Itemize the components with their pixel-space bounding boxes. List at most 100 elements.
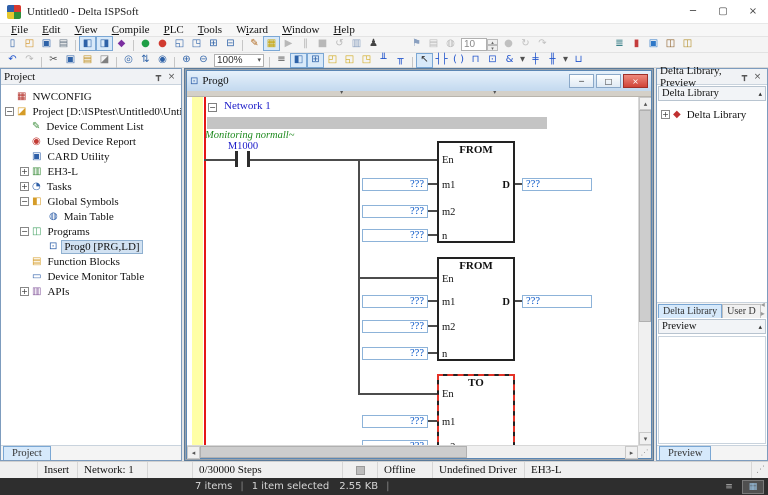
horizontal-scrollbar[interactable]: ◂ ▸ ⋰ — [187, 445, 651, 458]
monitor-table-icon[interactable]: ▤ — [425, 36, 442, 51]
tree-item-nwconfig[interactable]: ▦NWCONFIG — [1, 89, 181, 104]
expander-icon[interactable]: + — [661, 110, 670, 119]
symbol-table-toggle-icon[interactable]: ◧ — [290, 53, 307, 68]
stop-communication-icon[interactable]: ● — [154, 36, 171, 51]
operand-input[interactable]: ??? — [362, 205, 428, 218]
thumbnail-view-icon[interactable]: ▦ — [742, 480, 764, 494]
tree-item-programs[interactable]: −◫Programs — [1, 224, 181, 239]
replace-icon[interactable]: ⇅ — [137, 53, 154, 68]
menu-item-help[interactable]: Help — [326, 24, 361, 37]
operand-input[interactable]: ??? — [362, 229, 428, 242]
coil-tool-icon[interactable]: ( ) — [450, 53, 467, 68]
output-operand-input[interactable]: ??? — [522, 178, 592, 191]
library-manager-icon[interactable]: ≣ — [611, 36, 628, 51]
function-block-to[interactable]: TO En m1 m2 — [437, 374, 515, 445]
temperature-wizard-icon[interactable]: ▮ — [628, 36, 645, 51]
align-bottom-icon[interactable]: ╥ — [392, 53, 409, 68]
collapse-icon[interactable]: ▴ — [758, 90, 762, 98]
monitor-flag-icon[interactable]: ⚑ — [408, 36, 425, 51]
network-collapse-icon[interactable]: − — [208, 103, 217, 112]
function-block-from-1[interactable]: FROM En m1 m2 n D — [437, 141, 515, 243]
contact-symbol[interactable] — [235, 151, 238, 167]
vertical-line-tool-icon[interactable]: ╪ — [527, 53, 544, 68]
manual-icon[interactable]: ◆ — [113, 36, 130, 51]
menu-item-wizard[interactable]: Wizard — [229, 24, 275, 37]
list-view-icon[interactable]: ≡ — [718, 480, 740, 494]
pc-link-icon[interactable]: ⊞ — [205, 36, 222, 51]
zoom-level-dropdown[interactable]: 100% ▾ — [214, 54, 264, 67]
set-value-icon[interactable]: ◍ — [442, 36, 459, 51]
delete-line-tool-icon[interactable]: ⊔ — [570, 53, 587, 68]
vertical-scrollbar[interactable]: ▴ ▾ — [638, 97, 651, 445]
select-tool-icon[interactable]: ↖ — [416, 53, 433, 68]
monitor-mode-icon[interactable]: ▦ — [263, 36, 280, 51]
tree-item-device-monitor-table[interactable]: ▭Device Monitor Table — [1, 269, 181, 284]
device-monitor-icon[interactable]: ▥ — [348, 36, 365, 51]
tree-item-main-table[interactable]: ◍Main Table — [1, 209, 181, 224]
screen-monitor-icon[interactable]: ▣ — [645, 36, 662, 51]
close-icon[interactable]: × — [751, 72, 764, 82]
minimize-button[interactable]: ─ — [678, 1, 708, 23]
scroll-right-icon[interactable]: ▸ — [625, 446, 638, 459]
stop-plc-icon[interactable]: ■ — [314, 36, 331, 51]
find-icon[interactable]: ◎ — [120, 53, 137, 68]
resize-grip-icon[interactable]: ⋰ — [752, 465, 768, 475]
device-usage-icon[interactable]: ◫ — [679, 36, 696, 51]
paste-icon[interactable]: ▤ — [79, 53, 96, 68]
network-list-icon[interactable]: ≡ — [273, 53, 290, 68]
cross-reference-icon[interactable]: ◫ — [662, 36, 679, 51]
tree-item-device-comment-list[interactable]: ✎Device Comment List — [1, 119, 181, 134]
tab-scroll-arrows[interactable]: ◂ ▸ — [761, 300, 767, 318]
save-icon[interactable]: ▣ — [38, 36, 55, 51]
prog0-close-button[interactable]: × — [623, 74, 648, 88]
ladder-canvas[interactable]: − Network 1 Monitoring normall~ M1000 — [187, 97, 638, 445]
tree-item-global-symbols[interactable]: −◧Global Symbols — [1, 194, 181, 209]
prog0-title-bar[interactable]: ⊡ Prog0 ─ □ × — [187, 71, 651, 91]
cut-icon[interactable]: ✂ — [45, 53, 62, 68]
download-program-icon[interactable]: ◱ — [171, 36, 188, 51]
edit-mode-icon[interactable]: ✎ — [246, 36, 263, 51]
instruction-tool-icon[interactable]: ⊓ — [467, 53, 484, 68]
tree-item-apis[interactable]: +▥APIs — [1, 284, 181, 299]
expander-icon[interactable]: + — [20, 167, 29, 176]
tree-item-prog0[interactable]: ⊡Prog0 [PRG,LD] — [1, 239, 181, 254]
apply-monitor-icon[interactable]: ● — [500, 36, 517, 51]
contact-tool-icon[interactable]: ┤├ — [433, 53, 450, 68]
function-block-from-2[interactable]: FROM En m1 m2 n D — [437, 257, 515, 361]
tab-project[interactable]: Project — [3, 446, 51, 460]
add-network-below-icon[interactable]: ◱ — [341, 53, 358, 68]
split-handle-icon[interactable]: ▾ — [340, 89, 343, 96]
run-plc-icon[interactable]: ▶ — [280, 36, 297, 51]
expander-icon[interactable]: − — [5, 107, 14, 116]
new-file-icon[interactable]: ▯ — [4, 36, 21, 51]
close-button[interactable]: × — [738, 1, 768, 23]
output-operand-input[interactable]: ??? — [522, 295, 592, 308]
menu-item-edit[interactable]: Edit — [35, 24, 67, 37]
tree-item-function-blocks[interactable]: ▤Function Blocks — [1, 254, 181, 269]
tree-item-delta-library[interactable]: + ◆ Delta Library — [657, 107, 767, 122]
menu-item-tools[interactable]: Tools — [191, 24, 229, 37]
expander-icon[interactable]: − — [20, 227, 29, 236]
zoom-out-icon[interactable]: ⊖ — [195, 53, 212, 68]
tree-item-project-root[interactable]: −◪Project [D:\ISPtest\Untitled0\Untitled… — [1, 104, 181, 119]
output-panel-toggle-icon[interactable]: ◨ — [96, 36, 113, 51]
chevron-down-icon[interactable]: ▾ — [561, 53, 570, 68]
expander-icon[interactable]: − — [20, 197, 29, 206]
split-handle-icon[interactable]: ▾ — [493, 89, 496, 96]
operand-input[interactable]: ??? — [362, 415, 428, 428]
tree-item-card-utility[interactable]: ▣CARD Utility — [1, 149, 181, 164]
rows-value-field[interactable] — [461, 38, 487, 51]
and-block-tool-icon[interactable]: & — [501, 53, 518, 68]
scroll-up-icon[interactable]: ▴ — [639, 97, 651, 110]
operand-input[interactable]: ??? — [362, 347, 428, 360]
menu-item-plc[interactable]: PLC — [157, 24, 191, 37]
scroll-down-icon[interactable]: ▾ — [639, 432, 651, 445]
tree-item-eh3-l[interactable]: +▥EH3-L — [1, 164, 181, 179]
pin-icon[interactable]: ┳ — [738, 72, 751, 82]
menu-item-file[interactable]: File — [4, 24, 35, 37]
operand-input[interactable]: ??? — [362, 295, 428, 308]
close-icon[interactable]: × — [165, 72, 178, 82]
scroll-left-icon[interactable]: ◂ — [187, 446, 200, 459]
rollback-icon[interactable]: ↷ — [534, 36, 551, 51]
open-file-icon[interactable]: ◰ — [21, 36, 38, 51]
